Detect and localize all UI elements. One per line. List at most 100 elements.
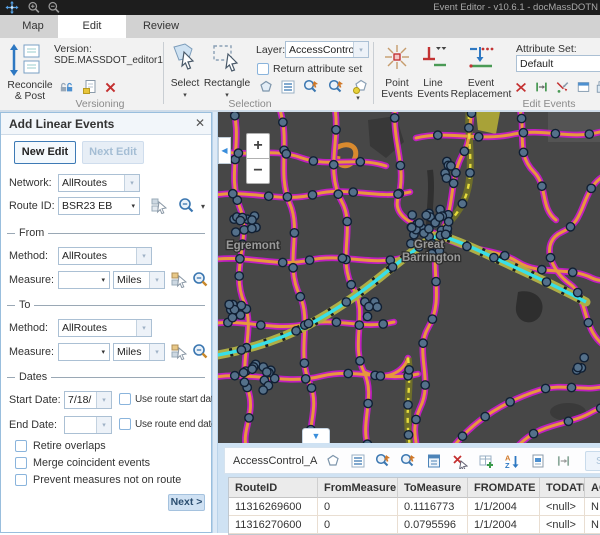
- return-attribute-set-checkbox[interactable]: [257, 63, 269, 75]
- network-combobox[interactable]: AllRoutes ▾: [58, 174, 140, 192]
- table-calculate-icon[interactable]: [426, 453, 442, 469]
- event-replacement-button[interactable]: EventReplacement: [448, 78, 514, 100]
- layer-combobox[interactable]: AccessControl_A ▾: [285, 41, 369, 58]
- next-edit-button[interactable]: Next Edit: [82, 141, 144, 164]
- end-date-combobox[interactable]: ▾: [64, 416, 112, 434]
- collapse-table-button[interactable]: ▼: [302, 428, 330, 443]
- end-date-caret[interactable]: ▾: [96, 417, 111, 433]
- table-cell[interactable]: 1/1/2004: [468, 516, 540, 534]
- new-version-icon[interactable]: [82, 79, 98, 95]
- from-measure-zoom-icon[interactable]: [192, 271, 209, 288]
- table-list-icon[interactable]: [350, 453, 366, 469]
- start-date-caret[interactable]: ▾: [96, 392, 111, 408]
- table-cell[interactable]: N: [585, 516, 600, 534]
- map-canvas[interactable]: Egremont Great Barrington: [218, 112, 600, 443]
- route-id-label: Route ID:: [9, 200, 55, 212]
- merge-coincident-checkbox[interactable]: [15, 457, 27, 469]
- from-method-caret[interactable]: ▾: [136, 248, 151, 264]
- add-linear-events-panel: Add Linear Events ✕ New Edit Next Edit N…: [0, 112, 212, 533]
- table-cell[interactable]: 11316269600: [229, 498, 318, 516]
- table-cell[interactable]: 0.1116773: [398, 498, 468, 516]
- tab-edit[interactable]: Edit: [58, 15, 126, 38]
- table-cell[interactable]: N: [585, 498, 600, 516]
- start-date-combobox[interactable]: 7/18/ ▾: [64, 391, 112, 409]
- column-header[interactable]: FROMDATE: [468, 478, 540, 498]
- merge-events-icon[interactable]: [555, 80, 570, 94]
- map-zoom-in-button[interactable]: +: [246, 133, 270, 159]
- use-route-start-date-checkbox[interactable]: [119, 393, 131, 405]
- new-edit-button[interactable]: New Edit: [14, 141, 76, 164]
- table-cell[interactable]: 0.0795596: [398, 516, 468, 534]
- zoom-out-icon[interactable]: [47, 1, 61, 14]
- layer-dropdown-caret[interactable]: ▾: [353, 42, 368, 57]
- to-method-caret[interactable]: ▾: [136, 320, 151, 336]
- pan-icon[interactable]: [5, 1, 19, 14]
- zoom-to-selection-icon[interactable]: [303, 79, 320, 95]
- selection-more-caret[interactable]: ▾: [350, 94, 366, 102]
- table-split-icon[interactable]: [556, 453, 571, 469]
- panel-header: Add Linear Events ✕: [1, 113, 211, 135]
- tab-map[interactable]: Map: [8, 15, 58, 38]
- attribute-set-combobox[interactable]: Default: [516, 55, 600, 72]
- table-sort-icon[interactable]: AZ: [504, 453, 520, 469]
- table-cell[interactable]: <null>: [540, 516, 585, 534]
- table-delete-selected-icon[interactable]: [452, 453, 468, 469]
- from-unit-caret[interactable]: ▾: [149, 272, 164, 288]
- table-save-button[interactable]: Save: [585, 451, 600, 471]
- column-header[interactable]: FromMeasure: [318, 478, 398, 498]
- column-header[interactable]: RouteID: [229, 478, 318, 498]
- close-icon[interactable]: ✕: [195, 116, 205, 130]
- route-id-caret[interactable]: ▾: [127, 202, 139, 210]
- route-zoom-caret[interactable]: ▾: [197, 202, 209, 211]
- pan-to-selection-icon[interactable]: [328, 79, 345, 95]
- tab-review[interactable]: Review: [126, 15, 196, 38]
- reconcile-post-icon[interactable]: [8, 43, 48, 77]
- to-pick-measure-icon[interactable]: [171, 343, 188, 360]
- collapse-panel-button[interactable]: ◀: [218, 137, 231, 164]
- table-cell[interactable]: 11316270600: [229, 516, 318, 534]
- select-features-icon[interactable]: [258, 79, 274, 95]
- table-zoom-selected-icon[interactable]: [375, 453, 392, 469]
- column-header[interactable]: AC: [585, 478, 600, 498]
- rectangle-button[interactable]: Rectangle: [198, 78, 256, 89]
- use-route-end-date-checkbox[interactable]: [119, 418, 131, 430]
- delete-event-icon[interactable]: [514, 80, 528, 94]
- from-measure-caret[interactable]: ▾: [97, 276, 109, 284]
- table-cell[interactable]: 0: [318, 498, 398, 516]
- to-unit-combobox[interactable]: Miles ▾: [113, 343, 165, 361]
- table-pan-selected-icon[interactable]: [400, 453, 417, 469]
- prevent-measures-checkbox[interactable]: [15, 474, 27, 486]
- table-add-record-icon[interactable]: [478, 453, 494, 469]
- zoom-in-icon[interactable]: [27, 1, 41, 14]
- clear-selection-icon[interactable]: [352, 79, 368, 95]
- attributes-window-icon[interactable]: [576, 80, 591, 94]
- column-header[interactable]: TODATE: [540, 478, 585, 498]
- next-button[interactable]: Next >: [168, 494, 205, 511]
- table-select-icon[interactable]: [325, 453, 341, 469]
- table-report-icon[interactable]: [530, 453, 546, 469]
- from-unit-combobox[interactable]: Miles ▾: [113, 271, 165, 289]
- from-pick-measure-icon[interactable]: [171, 271, 188, 288]
- network-caret[interactable]: ▾: [124, 175, 139, 191]
- to-measure-caret[interactable]: ▾: [97, 348, 109, 356]
- column-header[interactable]: ToMeasure: [398, 478, 468, 498]
- map-zoom-out-button[interactable]: −: [246, 158, 270, 184]
- unlock-version-icon[interactable]: [58, 80, 75, 94]
- table-cell[interactable]: <null>: [540, 498, 585, 516]
- from-measure-combobox[interactable]: ▾: [58, 271, 110, 289]
- to-method-combobox[interactable]: AllRoutes ▾: [58, 319, 152, 337]
- delete-version-icon[interactable]: [104, 81, 117, 94]
- pick-route-icon[interactable]: [151, 197, 168, 214]
- selection-list-icon[interactable]: [280, 79, 296, 95]
- from-method-combobox[interactable]: AllRoutes ▾: [58, 247, 152, 265]
- to-measure-zoom-icon[interactable]: [192, 343, 209, 360]
- table-cell[interactable]: 1/1/2004: [468, 498, 540, 516]
- route-id-combobox[interactable]: BSR23 EB ▾: [58, 197, 140, 215]
- to-unit-caret[interactable]: ▾: [149, 344, 164, 360]
- table-cell[interactable]: 0: [318, 516, 398, 534]
- split-event-icon[interactable]: [534, 80, 549, 94]
- to-measure-combobox[interactable]: ▾: [58, 343, 110, 361]
- route-zoom-icon[interactable]: [178, 197, 195, 214]
- windows-icon[interactable]: [595, 80, 600, 94]
- retire-overlaps-checkbox[interactable]: [15, 440, 27, 452]
